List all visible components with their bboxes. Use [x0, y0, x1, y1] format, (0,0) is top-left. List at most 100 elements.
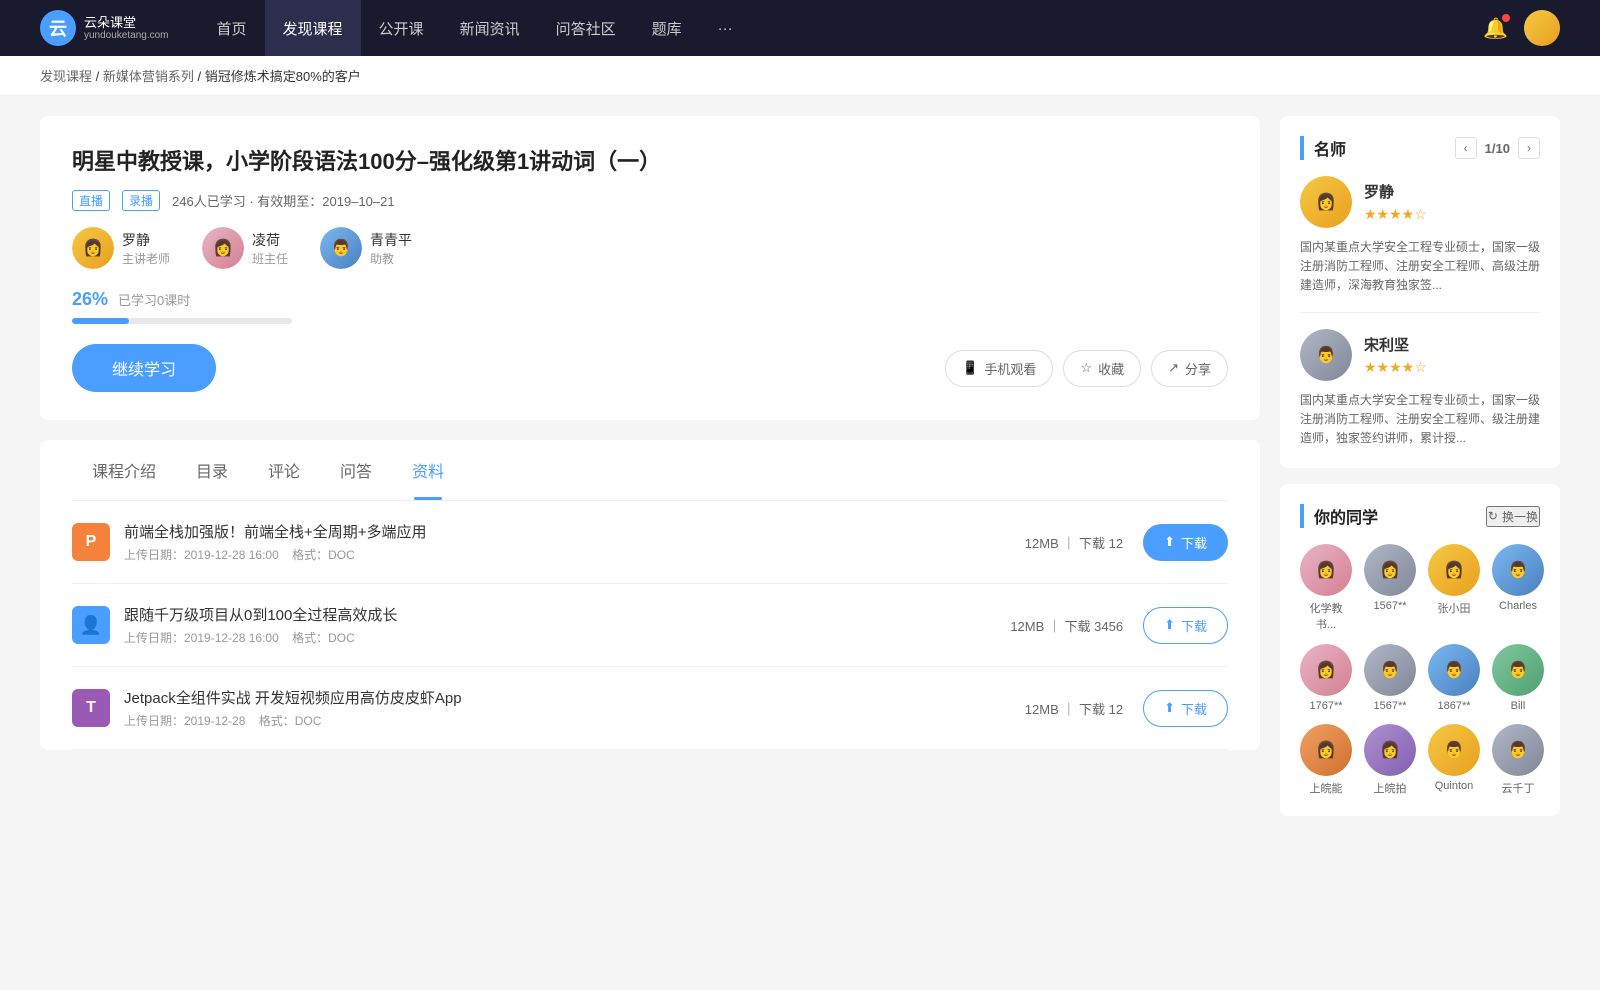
mobile-icon: 📱	[962, 360, 978, 376]
students-sidebar-card: 你的同学 ↻ 换一换 👩 化学教书... 👩 1567** 👩 张小田	[1280, 484, 1560, 816]
share-button[interactable]: ↗ 分享	[1151, 350, 1228, 387]
sidebar-teacher-1: 👨 宋利坚 ★★★★☆ 国内某重点大学安全工程专业硕士，国家一级注册消防工程师、…	[1300, 329, 1540, 449]
teacher-name-1: 凌荷	[252, 230, 288, 250]
file-meta-2: 上传日期：2019-12-28 格式：DOC	[124, 712, 1025, 729]
sidebar: 名师 ‹ 1/10 › 👩 罗静 ★★★★☆	[1280, 116, 1560, 832]
student-avatar-2: 👩	[1428, 544, 1480, 596]
logo-icon: 云	[40, 10, 76, 46]
student-avatar-0: 👩	[1300, 544, 1352, 596]
badge-live: 直播	[72, 190, 110, 211]
sidebar-teacher-0: 👩 罗静 ★★★★☆ 国内某重点大学安全工程专业硕士，国家一级注册消防工程师、注…	[1300, 176, 1540, 313]
file-name-0: 前端全栈加强版！前端全栈+全周期+多端应用	[124, 521, 1025, 542]
student-name-0: 化学教书...	[1300, 600, 1352, 632]
file-stats-2: 12MB ｜ 下载 12	[1025, 699, 1123, 718]
star-icon: ☆	[1080, 360, 1092, 376]
mobile-view-button[interactable]: 📱 手机观看	[945, 350, 1053, 387]
file-icon-2: T	[72, 689, 110, 727]
favorite-label: 收藏	[1098, 359, 1124, 378]
file-date-2: 上传日期：2019-12-28	[124, 714, 245, 728]
teacher-2: 👨 青青平 助教	[320, 227, 412, 269]
teacher-name-2: 青青平	[370, 230, 412, 250]
course-card: 明星中教授课，小学阶段语法100分–强化级第1讲动词（一） 直播 录播 246人…	[40, 116, 1260, 420]
nav-discover[interactable]: 发现课程	[265, 0, 361, 56]
notification-bell[interactable]: 🔔	[1483, 16, 1508, 41]
download-icon-1: ⬆	[1164, 617, 1175, 633]
user-avatar[interactable]	[1524, 10, 1560, 46]
tp-stars-1: ★★★★☆	[1364, 359, 1540, 376]
file-format-1: 格式：DOC	[292, 631, 355, 645]
student-1: 👩 1567**	[1364, 544, 1416, 632]
nav-right: 🔔	[1483, 10, 1560, 46]
actions-right: 📱 手机观看 ☆ 收藏 ↗ 分享	[945, 350, 1228, 387]
nav-home[interactable]: 首页	[199, 0, 265, 56]
next-teacher-button[interactable]: ›	[1518, 137, 1540, 159]
student-name-8: 上皖能	[1310, 780, 1343, 796]
main-layout: 明星中教授课，小学阶段语法100分–强化级第1讲动词（一） 直播 录播 246人…	[0, 96, 1600, 852]
file-icon-1: 👤	[72, 606, 110, 644]
file-name-2: Jetpack全组件实战 开发短视频应用高仿皮皮虾App	[124, 687, 1025, 708]
student-name-5: 1567**	[1373, 700, 1406, 712]
file-info-1: 跟随千万级项目从0到100全过程高效成长 上传日期：2019-12-28 16:…	[124, 604, 1010, 646]
download-button-0[interactable]: ⬆ 下载	[1143, 524, 1228, 561]
student-0: 👩 化学教书...	[1300, 544, 1352, 632]
student-name-4: 1767**	[1309, 700, 1342, 712]
badge-record: 录播	[122, 190, 160, 211]
student-9: 👩 上皖拍	[1364, 724, 1416, 796]
student-5: 👨 1567**	[1364, 644, 1416, 712]
download-button-1[interactable]: ⬆ 下载	[1143, 607, 1228, 644]
teacher-role-1: 班主任	[252, 250, 288, 267]
student-avatar-5: 👨	[1364, 644, 1416, 696]
students-sidebar-title: 你的同学 ↻ 换一换	[1300, 504, 1540, 528]
teacher-name-0: 罗静	[122, 230, 170, 250]
teachers-title-text: 名师	[1314, 136, 1346, 160]
file-format-2: 格式：DOC	[259, 714, 322, 728]
continue-learning-button[interactable]: 继续学习	[72, 344, 216, 392]
download-icon-0: ⬆	[1164, 534, 1175, 550]
logo[interactable]: 云 云朵课堂 yundouketang.com	[40, 10, 169, 46]
download-label-0: 下载	[1181, 533, 1207, 552]
teacher-info-2: 青青平 助教	[370, 230, 412, 267]
file-icon-0: P	[72, 523, 110, 561]
nav-qa[interactable]: 问答社区	[538, 0, 634, 56]
tab-qa[interactable]: 问答	[320, 440, 392, 500]
breadcrumb-series[interactable]: 新媒体营销系列	[103, 69, 194, 84]
tab-materials[interactable]: 资料	[392, 440, 464, 500]
student-avatar-8: 👩	[1300, 724, 1352, 776]
breadcrumb-current: 销冠修炼术搞定80%的客户	[205, 69, 361, 84]
logo-text: 云朵课堂 yundouketang.com	[84, 15, 169, 42]
teachers-sidebar-card: 名师 ‹ 1/10 › 👩 罗静 ★★★★☆	[1280, 116, 1560, 468]
nav-news[interactable]: 新闻资讯	[442, 0, 538, 56]
refresh-students-button[interactable]: ↻ 换一换	[1486, 506, 1540, 527]
file-date-1: 上传日期：2019-12-28 16:00	[124, 631, 279, 645]
prev-teacher-button[interactable]: ‹	[1455, 137, 1477, 159]
nav-open[interactable]: 公开课	[361, 0, 442, 56]
mobile-label: 手机观看	[984, 359, 1036, 378]
student-name-7: Bill	[1511, 700, 1526, 712]
student-name-1: 1567**	[1373, 600, 1406, 612]
tab-review[interactable]: 评论	[248, 440, 320, 500]
file-name-1: 跟随千万级项目从0到100全过程高效成长	[124, 604, 1010, 625]
file-item-1: 👤 跟随千万级项目从0到100全过程高效成长 上传日期：2019-12-28 1…	[72, 584, 1228, 667]
course-meta: 直播 录播 246人已学习 · 有效期至：2019–10–21	[72, 190, 1228, 211]
breadcrumb: 发现课程 / 新媒体营销系列 / 销冠修炼术搞定80%的客户	[0, 56, 1600, 96]
tab-catalog[interactable]: 目录	[176, 440, 248, 500]
tp-desc-1: 国内某重点大学安全工程专业硕士，国家一级注册消防工程师、注册安全工程师、级注册建…	[1300, 391, 1540, 449]
file-stats-0: 12MB ｜ 下载 12	[1025, 533, 1123, 552]
student-avatar-7: 👨	[1492, 644, 1544, 696]
tp-header-1: 👨 宋利坚 ★★★★☆	[1300, 329, 1540, 381]
breadcrumb-discover[interactable]: 发现课程	[40, 69, 92, 84]
teachers-sidebar-title: 名师 ‹ 1/10 ›	[1300, 136, 1540, 160]
student-avatar-1: 👩	[1364, 544, 1416, 596]
students-title-text: 你的同学	[1314, 504, 1378, 528]
student-8: 👩 上皖能	[1300, 724, 1352, 796]
student-7: 👨 Bill	[1492, 644, 1544, 712]
download-button-2[interactable]: ⬆ 下载	[1143, 690, 1228, 727]
student-avatar-10: 👨	[1428, 724, 1480, 776]
favorite-button[interactable]: ☆ 收藏	[1063, 350, 1141, 387]
tab-intro[interactable]: 课程介绍	[72, 440, 176, 500]
student-name-2: 张小田	[1438, 600, 1471, 616]
nav-quiz[interactable]: 题库	[634, 0, 700, 56]
navigation: 云 云朵课堂 yundouketang.com 首页 发现课程 公开课 新闻资讯…	[0, 0, 1600, 56]
tp-name-0: 罗静	[1364, 181, 1540, 202]
nav-more[interactable]: ···	[700, 0, 751, 56]
